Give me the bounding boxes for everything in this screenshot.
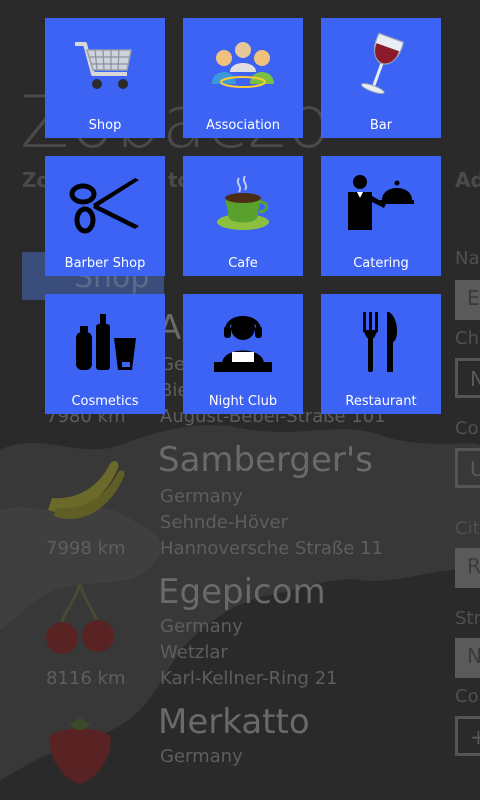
tile-label: Cosmetics bbox=[71, 394, 139, 409]
form-field-choice-value: N bbox=[470, 367, 480, 391]
tile-cosmetics[interactable]: Cosmetics bbox=[45, 294, 165, 414]
tile-label: Cafe bbox=[228, 256, 258, 271]
form-field-street[interactable]: N bbox=[455, 638, 480, 678]
form-label-name: Na bbox=[455, 248, 480, 269]
strawberry-thumbnail bbox=[49, 718, 111, 784]
form-field-name-value: E bbox=[467, 286, 480, 310]
cosmetics-bottles-icon bbox=[45, 294, 165, 389]
form-label-country: Co bbox=[455, 418, 479, 439]
fork-knife-icon bbox=[321, 294, 441, 389]
tab-right[interactable]: Ad bbox=[455, 168, 480, 192]
scissors-icon bbox=[45, 156, 165, 251]
listing-name: Merkatto bbox=[158, 702, 310, 742]
tile-catering[interactable]: Catering bbox=[321, 156, 441, 276]
tile-barber-shop[interactable]: Barber Shop bbox=[45, 156, 165, 276]
form-field-country[interactable]: U bbox=[455, 448, 480, 488]
listing-distance: 8116 km bbox=[46, 668, 126, 689]
form-label-street: Str bbox=[455, 608, 480, 629]
tile-association[interactable]: Association bbox=[183, 18, 303, 138]
form-field-choice[interactable]: N bbox=[455, 358, 480, 398]
form-add-button-label: + bbox=[470, 725, 480, 749]
people-group-icon bbox=[183, 18, 303, 113]
listing-city: Wetzlar bbox=[160, 642, 228, 663]
tile-cafe[interactable]: Cafe bbox=[183, 156, 303, 276]
tile-label: Shop bbox=[88, 118, 122, 133]
waiter-icon bbox=[321, 156, 441, 251]
listing-city: Sehnde-Höver bbox=[160, 512, 288, 533]
tile-label: Night Club bbox=[208, 394, 278, 409]
tile-bar[interactable]: Bar bbox=[321, 18, 441, 138]
form-field-city[interactable]: R bbox=[455, 548, 480, 588]
form-label-contact: Co bbox=[455, 686, 479, 707]
wine-glass-icon bbox=[321, 18, 441, 113]
form-field-street-value: N bbox=[467, 644, 480, 668]
tile-label: Catering bbox=[353, 256, 409, 271]
tile-label: Association bbox=[205, 118, 281, 133]
tile-night-club[interactable]: Night Club bbox=[183, 294, 303, 414]
listing-name: Samberger's bbox=[158, 440, 373, 480]
form-field-city-value: R bbox=[467, 554, 480, 578]
tile-label: Restaurant bbox=[345, 394, 417, 409]
listing-name: Egepicom bbox=[158, 572, 326, 612]
shopping-cart-icon bbox=[45, 18, 165, 113]
cherry-thumbnail bbox=[46, 583, 114, 654]
dj-icon bbox=[183, 294, 303, 389]
listing-distance: 7998 km bbox=[46, 538, 126, 559]
form-label-choice: Ch bbox=[455, 328, 479, 349]
tile-shop[interactable]: Shop bbox=[45, 18, 165, 138]
form-field-country-value: U bbox=[470, 457, 480, 481]
tile-label: Barber Shop bbox=[64, 256, 146, 271]
form-label-city: Cit bbox=[455, 518, 480, 539]
tile-restaurant[interactable]: Restaurant bbox=[321, 294, 441, 414]
tile-label: Bar bbox=[369, 118, 393, 133]
listing-street: Karl-Kellner-Ring 21 bbox=[160, 668, 338, 689]
form-field-name[interactable]: E bbox=[455, 280, 480, 320]
form-add-button[interactable]: + bbox=[455, 716, 480, 756]
listing-country: Germany bbox=[160, 486, 243, 507]
coffee-cup-icon bbox=[183, 156, 303, 251]
listing-country: Germany bbox=[160, 616, 243, 637]
banana-thumbnail bbox=[48, 461, 125, 519]
listing-country: Germany bbox=[160, 746, 243, 767]
listing-street: Hannoversche Straße 11 bbox=[160, 538, 383, 559]
